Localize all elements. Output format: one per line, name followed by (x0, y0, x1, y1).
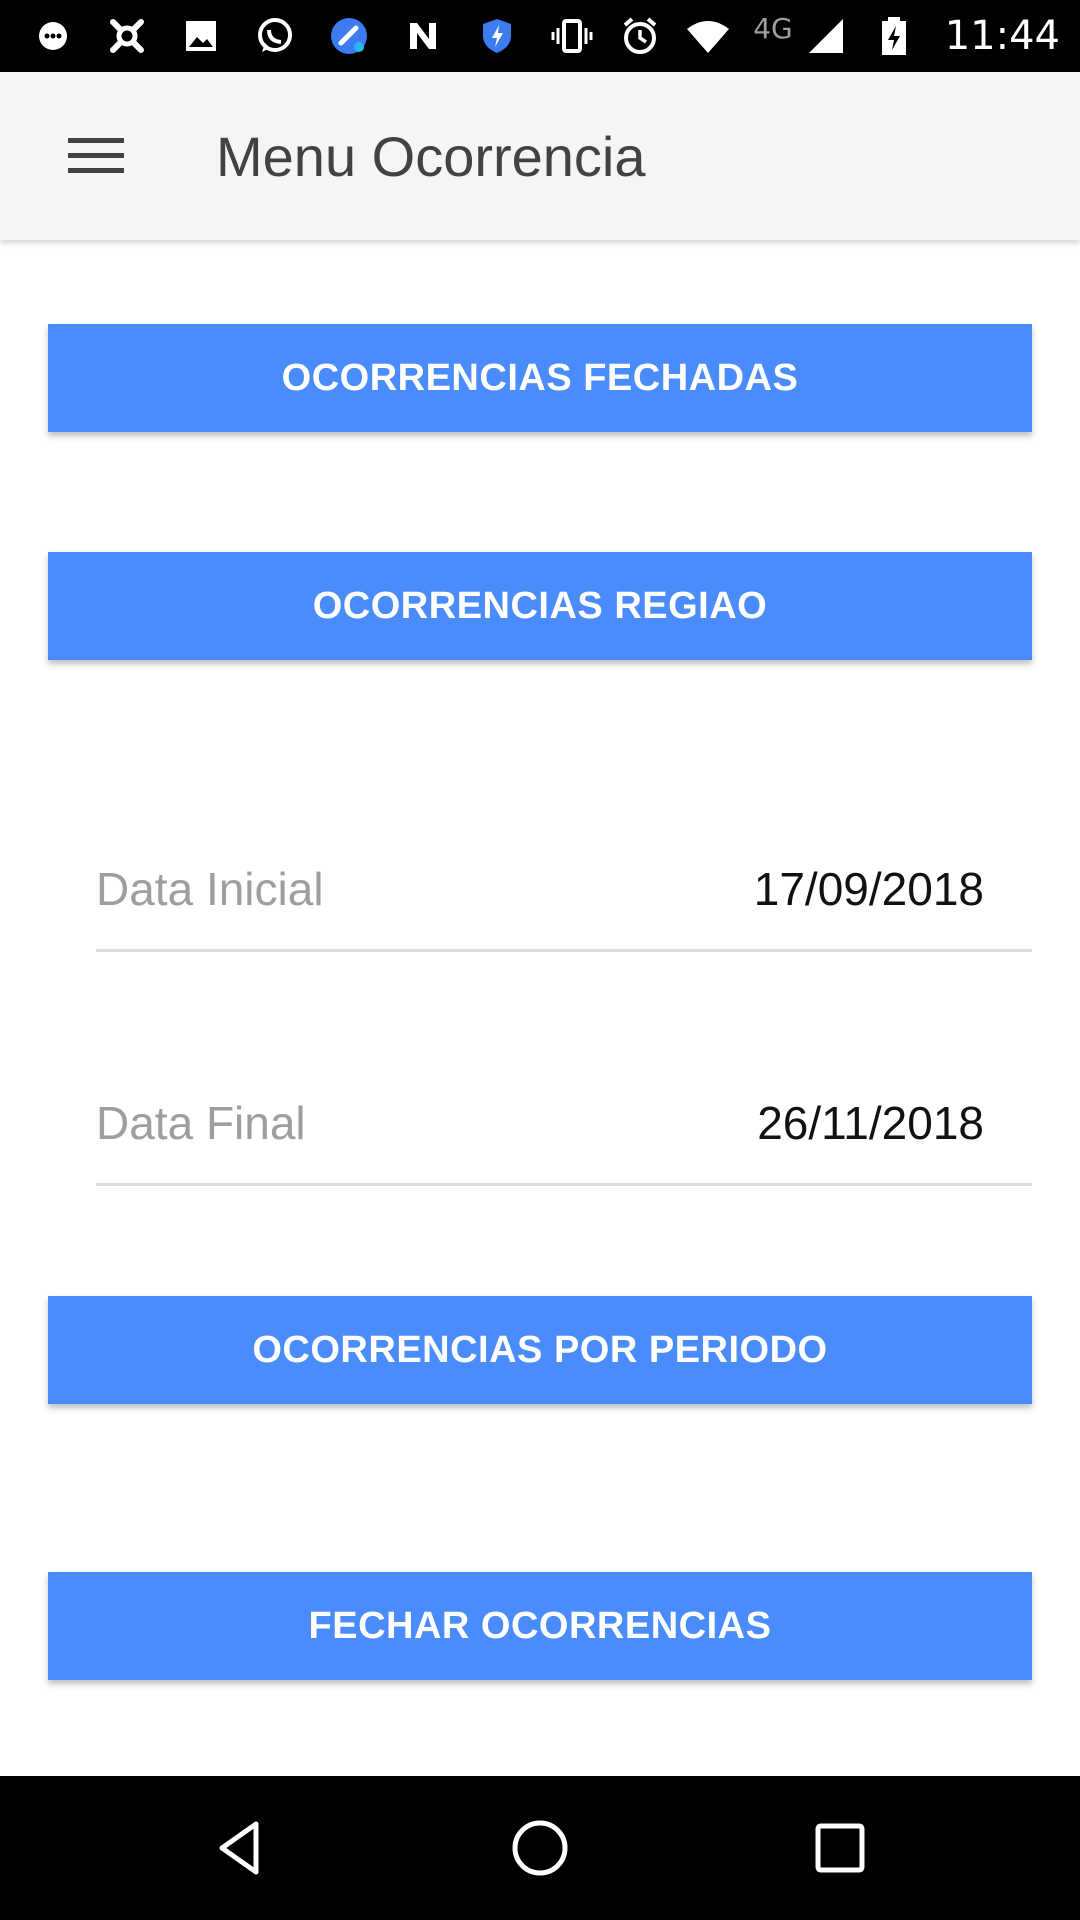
wifi-icon (685, 13, 731, 59)
app-icon (104, 13, 150, 59)
notification-icons (30, 0, 520, 72)
whatsapp-icon (252, 13, 298, 59)
ocorrencias-fechadas-button[interactable]: OCORRENCIAS FECHADAS (48, 324, 1032, 432)
data-inicial-field[interactable]: Data Inicial 17/09/2018 (96, 832, 1032, 952)
cleaner-icon (326, 13, 372, 59)
back-icon[interactable] (200, 1812, 280, 1884)
system-icons: 4G 11:44 (549, 0, 1060, 72)
data-final-value[interactable]: 26/11/2018 (757, 1096, 984, 1150)
app-bar: Menu Ocorrencia (0, 72, 1080, 240)
navigation-bar (0, 1776, 1080, 1920)
messenger-icon (30, 13, 76, 59)
home-icon[interactable] (500, 1812, 580, 1884)
data-final-field[interactable]: Data Final 26/11/2018 (96, 1066, 1032, 1186)
page-title: Menu Ocorrencia (216, 124, 646, 188)
main-content: OCORRENCIAS FECHADAS OCORRENCIAS REGIAO … (0, 240, 1080, 1776)
hamburger-menu-icon[interactable] (52, 120, 140, 192)
data-final-label: Data Final (96, 1097, 306, 1149)
data-inicial-value[interactable]: 17/09/2018 (754, 862, 984, 916)
signal-icon (803, 13, 849, 59)
ocorrencias-por-periodo-button[interactable]: OCORRENCIAS POR PERIODO (48, 1296, 1032, 1404)
alarm-icon (617, 13, 663, 59)
shield-icon (474, 13, 520, 59)
data-inicial-label: Data Inicial (96, 863, 324, 915)
n-app-icon (400, 13, 446, 59)
status-clock: 11:44 (944, 13, 1060, 59)
fechar-ocorrencias-button[interactable]: FECHAR OCORRENCIAS (48, 1572, 1032, 1680)
status-bar: 4G 11:44 (0, 0, 1080, 72)
battery-charging-icon (871, 13, 917, 59)
vibrate-icon (549, 13, 595, 59)
ocorrencias-regiao-button[interactable]: OCORRENCIAS REGIAO (48, 552, 1032, 660)
gallery-icon (178, 13, 224, 59)
network-type-label: 4G (753, 11, 793, 45)
recents-icon[interactable] (800, 1812, 880, 1884)
